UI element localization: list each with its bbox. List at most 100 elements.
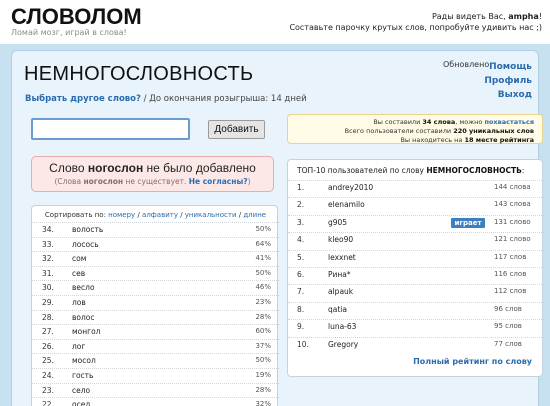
word-number: 33.	[42, 239, 54, 249]
rank-number: 3.	[297, 217, 305, 227]
word-uniqueness: 41%	[255, 254, 271, 263]
full-rating-link[interactable]: Полный рейтинг по слову	[413, 357, 532, 366]
deadline-text: / До окончания розыгрыша: 14 дней	[140, 94, 307, 104]
rank-username[interactable]: elenamilo	[328, 198, 365, 211]
word-uniqueness: 32%	[255, 400, 271, 406]
sort-label: Сортировать по:	[44, 211, 109, 219]
word-row: 24. гость 19%	[32, 368, 279, 382]
top10-row: 3. g905 играет 131 слово	[288, 214, 544, 229]
disagree-link[interactable]: Не согласны?	[189, 177, 248, 186]
top10-row: 6. Рина* 116 слов	[288, 267, 544, 281]
rank-word-count: 121 слово	[494, 235, 531, 244]
rank-username[interactable]: alpauk	[328, 285, 353, 298]
stats-text: Вы находитесь на	[400, 136, 465, 144]
rank-username[interactable]: Gregory	[328, 338, 358, 351]
top10-title: ТОП-10 пользователей по слову НЕМНОГОСЛО…	[297, 166, 524, 175]
rank-number: 2.	[297, 200, 305, 210]
rank-word-count: 117 слов	[494, 252, 527, 261]
word-row: 27. монгол 60%	[32, 324, 279, 338]
top10-title-text: ТОП-10 пользователей по слову	[297, 166, 427, 175]
sort-by-alphabet-link[interactable]: алфавиту	[142, 211, 178, 219]
top10-row: 8. qatia 96 слов	[288, 301, 544, 316]
word-row: 32. сом 41%	[32, 251, 279, 265]
error-sub: (Слова ногослон не существует. Не соглас…	[32, 177, 273, 186]
rank-word-count: 95 слов	[494, 322, 522, 331]
total-unique-words: 220 уникальных слов	[453, 127, 534, 135]
word-uniqueness: 28%	[255, 312, 271, 321]
stats-line-3: Вы находитесь на 18 месте рейтинга	[288, 136, 534, 145]
rank-number: 4.	[297, 235, 305, 245]
error-sub-text: (Слова	[54, 177, 84, 186]
sort-by-length-link[interactable]: длине	[243, 211, 266, 219]
rank-username[interactable]: andrey2010	[328, 181, 373, 194]
word-row: 31. сев 50%	[32, 265, 279, 280]
rank-username[interactable]: kleo90	[328, 233, 353, 246]
playing-badge: играет	[451, 217, 485, 228]
top10-title-word: НЕМНОГОСЛОВНОСТЬ	[426, 166, 522, 175]
word-text: монгол	[72, 327, 101, 337]
word-uniqueness: 50%	[255, 268, 271, 277]
word-number: 29.	[42, 298, 54, 307]
my-words-list: Сортировать по: номеру / алфавиту / уник…	[31, 205, 279, 406]
rank-username[interactable]: lexxnet	[328, 251, 356, 264]
word-number: 22.	[42, 400, 54, 406]
word-uniqueness: 60%	[255, 327, 271, 336]
logout-link[interactable]: Выход	[482, 88, 532, 102]
brag-link[interactable]: похвастаться	[484, 118, 534, 126]
profile-link[interactable]: Профиль	[482, 74, 532, 88]
word-number: 26.	[42, 341, 54, 351]
word-text: лов	[72, 298, 86, 307]
add-word-button[interactable]: Добавить	[208, 120, 265, 139]
word-uniqueness: 64%	[255, 239, 271, 248]
choose-other-word-link[interactable]: Выбрать другое слово?	[25, 94, 141, 104]
rank-number: 5.	[297, 252, 305, 262]
rank-username[interactable]: Рина*	[328, 268, 351, 281]
word-number: 30.	[42, 283, 54, 293]
rank-number: 6.	[297, 270, 305, 279]
user-menu: Помощь Профиль Выход	[482, 60, 532, 102]
stats-text: Всего пользователи составили	[344, 127, 454, 135]
error-text: не было добавлено	[143, 161, 256, 175]
word-text: лог	[72, 341, 86, 351]
sort-by-uniqueness-link[interactable]: уникальности	[185, 211, 237, 219]
word-input[interactable]	[31, 118, 190, 140]
error-sub-text: )	[247, 177, 251, 186]
rank-username[interactable]: g905	[328, 216, 347, 229]
user-word-count: 34 слова	[422, 118, 456, 126]
word-text: волость	[72, 225, 104, 234]
word-row: 28. волос 28%	[32, 309, 279, 324]
site-slogan: Ломай мозг, играй в слова!	[11, 28, 127, 37]
top10-row: 4. kleo90 121 слово	[288, 232, 544, 246]
sort-separator: /	[135, 211, 143, 219]
word-number: 32.	[42, 254, 54, 264]
sort-options: Сортировать по: номеру / алфавиту / уник…	[32, 211, 279, 219]
rank-username[interactable]: qatia	[328, 303, 347, 316]
user-stats-box: Вы составили 34 слова, можно похвастатьс…	[287, 114, 543, 144]
word-text: гость	[72, 371, 94, 380]
top10-row: 9. luna-63 95 слов	[288, 319, 544, 333]
stats-text: , можно	[455, 118, 485, 126]
error-sub-word: ногослон	[83, 177, 124, 186]
game-panel: НЕМНОГОСЛОВНОСТЬ Обновлено Помощь Профил…	[11, 50, 544, 406]
word-text: сом	[72, 254, 87, 264]
error-main: Слово ногослон не было добавлено	[32, 161, 273, 175]
rank-number: 9.	[297, 322, 305, 332]
word-number: 23.	[42, 385, 54, 395]
word-number: 28.	[42, 312, 54, 322]
word-row: 23. село 28%	[32, 382, 279, 397]
sort-by-number-link[interactable]: номеру	[108, 211, 135, 219]
rank-username[interactable]: luna-63	[328, 320, 356, 333]
word-number: 31.	[42, 268, 54, 278]
rank-word-count: 112 слов	[494, 287, 527, 296]
error-message-box: Слово ногослон не было добавлено (Слова …	[31, 156, 274, 192]
sort-separator: /	[177, 211, 185, 219]
greeting-text: Рады видеть Вас,	[431, 12, 509, 21]
word-row: 33. лосось 64%	[32, 236, 279, 251]
word-uniqueness: 46%	[255, 283, 271, 292]
word-text: мосол	[72, 356, 96, 366]
word-row: 30. весло 46%	[32, 280, 279, 294]
help-link[interactable]: Помощь	[482, 60, 532, 74]
word-uniqueness: 19%	[255, 371, 271, 379]
rank-word-count: 116 слов	[494, 270, 527, 278]
site-logo[interactable]: СЛОВОЛОМ	[11, 4, 142, 30]
